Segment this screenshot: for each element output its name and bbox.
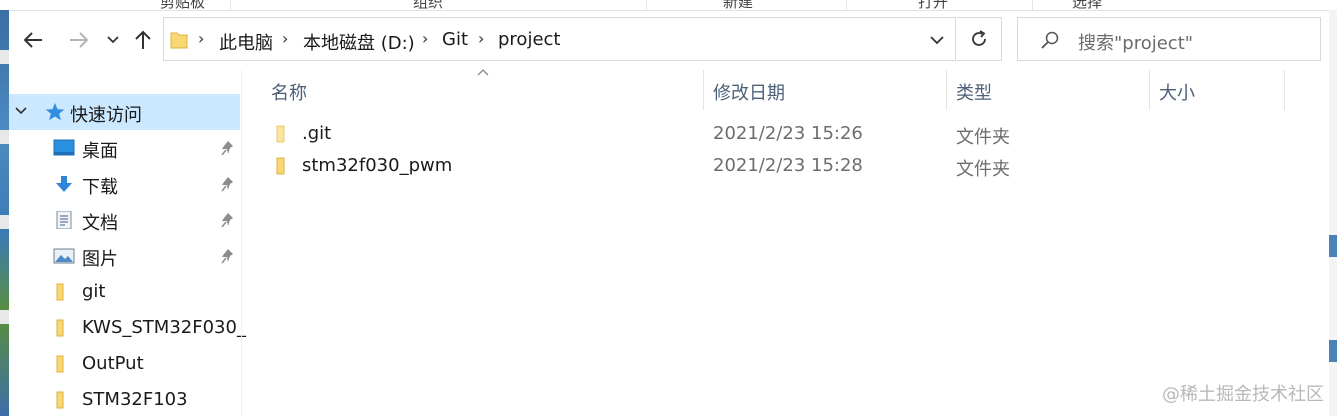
desktop-background-strip-right bbox=[1329, 10, 1337, 416]
sidebar-item-label: git bbox=[82, 281, 106, 302]
pin-icon[interactable] bbox=[221, 248, 235, 264]
pin-icon[interactable] bbox=[221, 140, 235, 156]
sidebar-item-label: 文档 bbox=[82, 213, 118, 234]
document-icon bbox=[56, 211, 72, 229]
up-button[interactable] bbox=[128, 24, 158, 56]
file-type: 文件夹 bbox=[956, 159, 1010, 180]
folder-icon bbox=[56, 319, 64, 337]
sidebar-item-git[interactable]: git bbox=[9, 274, 241, 310]
breadcrumb-separator[interactable]: › bbox=[282, 29, 288, 48]
column-header-size[interactable]: 大小 bbox=[1159, 79, 1195, 105]
pin-icon[interactable] bbox=[221, 212, 235, 228]
ribbon-group-new[interactable]: 新建 bbox=[646, 0, 847, 10]
search-box[interactable]: 搜索"project" bbox=[1017, 17, 1321, 61]
sidebar-item-pictures[interactable]: 图片 bbox=[9, 238, 241, 274]
ribbon-group-label: 新建 bbox=[723, 0, 754, 10]
column-separator[interactable] bbox=[703, 70, 704, 110]
desktop-background-strip bbox=[0, 10, 9, 416]
ribbon-group-label: 打开 bbox=[918, 0, 949, 10]
sidebar-item-kws-stm32f030[interactable]: KWS_STM32F030_ bbox=[9, 310, 246, 346]
breadcrumb-separator[interactable]: › bbox=[198, 29, 204, 48]
column-separator[interactable] bbox=[1149, 70, 1150, 110]
navigation-pane: 桌面 下载 文档 图片 git KWS_STM32F030_ OutPut ST… bbox=[9, 70, 246, 418]
refresh-button[interactable] bbox=[957, 17, 1002, 61]
ribbon-group-label: 选择 bbox=[1072, 0, 1103, 10]
folder-icon bbox=[56, 283, 64, 301]
ribbon-group-select[interactable]: 选择 bbox=[1032, 0, 1337, 10]
sort-ascending-icon bbox=[477, 69, 489, 76]
breadcrumb-separator[interactable]: › bbox=[422, 29, 428, 48]
sidebar-item-label: KWS_STM32F030_ bbox=[82, 317, 246, 338]
file-row-git[interactable]: .git 2021/2/23 15:26 文件夹 bbox=[262, 118, 1042, 150]
ribbon-group-label: 组织 bbox=[413, 0, 444, 10]
breadcrumb-git[interactable]: Git bbox=[442, 29, 468, 50]
folder-icon bbox=[170, 32, 188, 49]
breadcrumb-project[interactable]: project bbox=[498, 29, 560, 50]
column-separator[interactable] bbox=[946, 70, 947, 110]
address-bar[interactable]: › 此电脑 › 本地磁盘 (D:) › Git › project bbox=[163, 17, 956, 61]
sidebar-item-label: 图片 bbox=[82, 249, 118, 270]
recent-locations-button[interactable] bbox=[99, 24, 127, 56]
arrow-up-icon bbox=[135, 30, 151, 49]
file-modified: 2021/2/23 15:26 bbox=[713, 123, 863, 144]
breadcrumb-this-pc[interactable]: 此电脑 bbox=[219, 29, 273, 55]
sidebar-item-output[interactable]: OutPut bbox=[9, 346, 241, 382]
sidebar-item-desktop[interactable]: 桌面 bbox=[9, 130, 241, 166]
sidebar-item-documents[interactable]: 文档 bbox=[9, 202, 241, 238]
breadcrumb-local-disk-d[interactable]: 本地磁盘 (D:) bbox=[303, 29, 415, 55]
file-type: 文件夹 bbox=[956, 127, 1010, 148]
sidebar-item-label: STM32F103 bbox=[82, 389, 188, 410]
folder-icon bbox=[276, 157, 285, 175]
watermark-text: @稀土掘金技术社区 bbox=[1162, 384, 1324, 405]
desktop-icon bbox=[53, 139, 75, 156]
column-header-modified[interactable]: 修改日期 bbox=[713, 79, 785, 105]
arrow-left-icon bbox=[23, 32, 42, 48]
arrow-right-icon bbox=[70, 32, 89, 48]
chevron-down-icon bbox=[107, 36, 119, 44]
download-icon bbox=[56, 176, 72, 192]
folder-icon bbox=[56, 355, 64, 373]
folder-icon bbox=[56, 391, 64, 409]
address-history-chevron-icon[interactable] bbox=[929, 35, 945, 45]
folder-icon bbox=[276, 125, 285, 143]
pane-divider[interactable] bbox=[241, 70, 242, 416]
column-header-type[interactable]: 类型 bbox=[956, 79, 992, 105]
search-icon bbox=[1041, 31, 1059, 49]
ribbon-group-clipboard[interactable]: 剪贴板 bbox=[0, 0, 231, 10]
file-row-stm32f030-pwm[interactable]: stm32f030_pwm 2021/2/23 15:28 文件夹 bbox=[262, 150, 1042, 182]
file-name[interactable]: stm32f030_pwm bbox=[302, 155, 452, 176]
pin-icon[interactable] bbox=[221, 176, 235, 192]
column-header-name[interactable]: 名称 bbox=[271, 79, 307, 105]
ribbon-group-label: 剪贴板 bbox=[160, 0, 206, 10]
sidebar-item-stm32f103[interactable]: STM32F103 bbox=[9, 382, 241, 418]
picture-icon bbox=[53, 248, 75, 264]
breadcrumb-separator[interactable]: › bbox=[478, 29, 484, 48]
file-modified: 2021/2/23 15:28 bbox=[713, 155, 863, 176]
back-button[interactable] bbox=[18, 24, 48, 56]
sidebar-item-label: OutPut bbox=[82, 353, 144, 374]
search-input[interactable]: 搜索"project" bbox=[1078, 29, 1193, 55]
column-separator[interactable] bbox=[1284, 70, 1285, 110]
file-name[interactable]: .git bbox=[302, 123, 331, 144]
sidebar-item-label: 桌面 bbox=[82, 141, 118, 162]
refresh-icon bbox=[972, 30, 986, 46]
ribbon-group-open[interactable]: 打开 bbox=[846, 0, 1033, 10]
ribbon: 剪贴板 组织 新建 打开 选择 bbox=[0, 0, 1337, 11]
forward-button[interactable] bbox=[64, 24, 94, 56]
ribbon-group-organize[interactable]: 组织 bbox=[230, 0, 647, 10]
sidebar-item-downloads[interactable]: 下载 bbox=[9, 166, 241, 202]
sidebar-item-label: 下载 bbox=[82, 177, 118, 198]
